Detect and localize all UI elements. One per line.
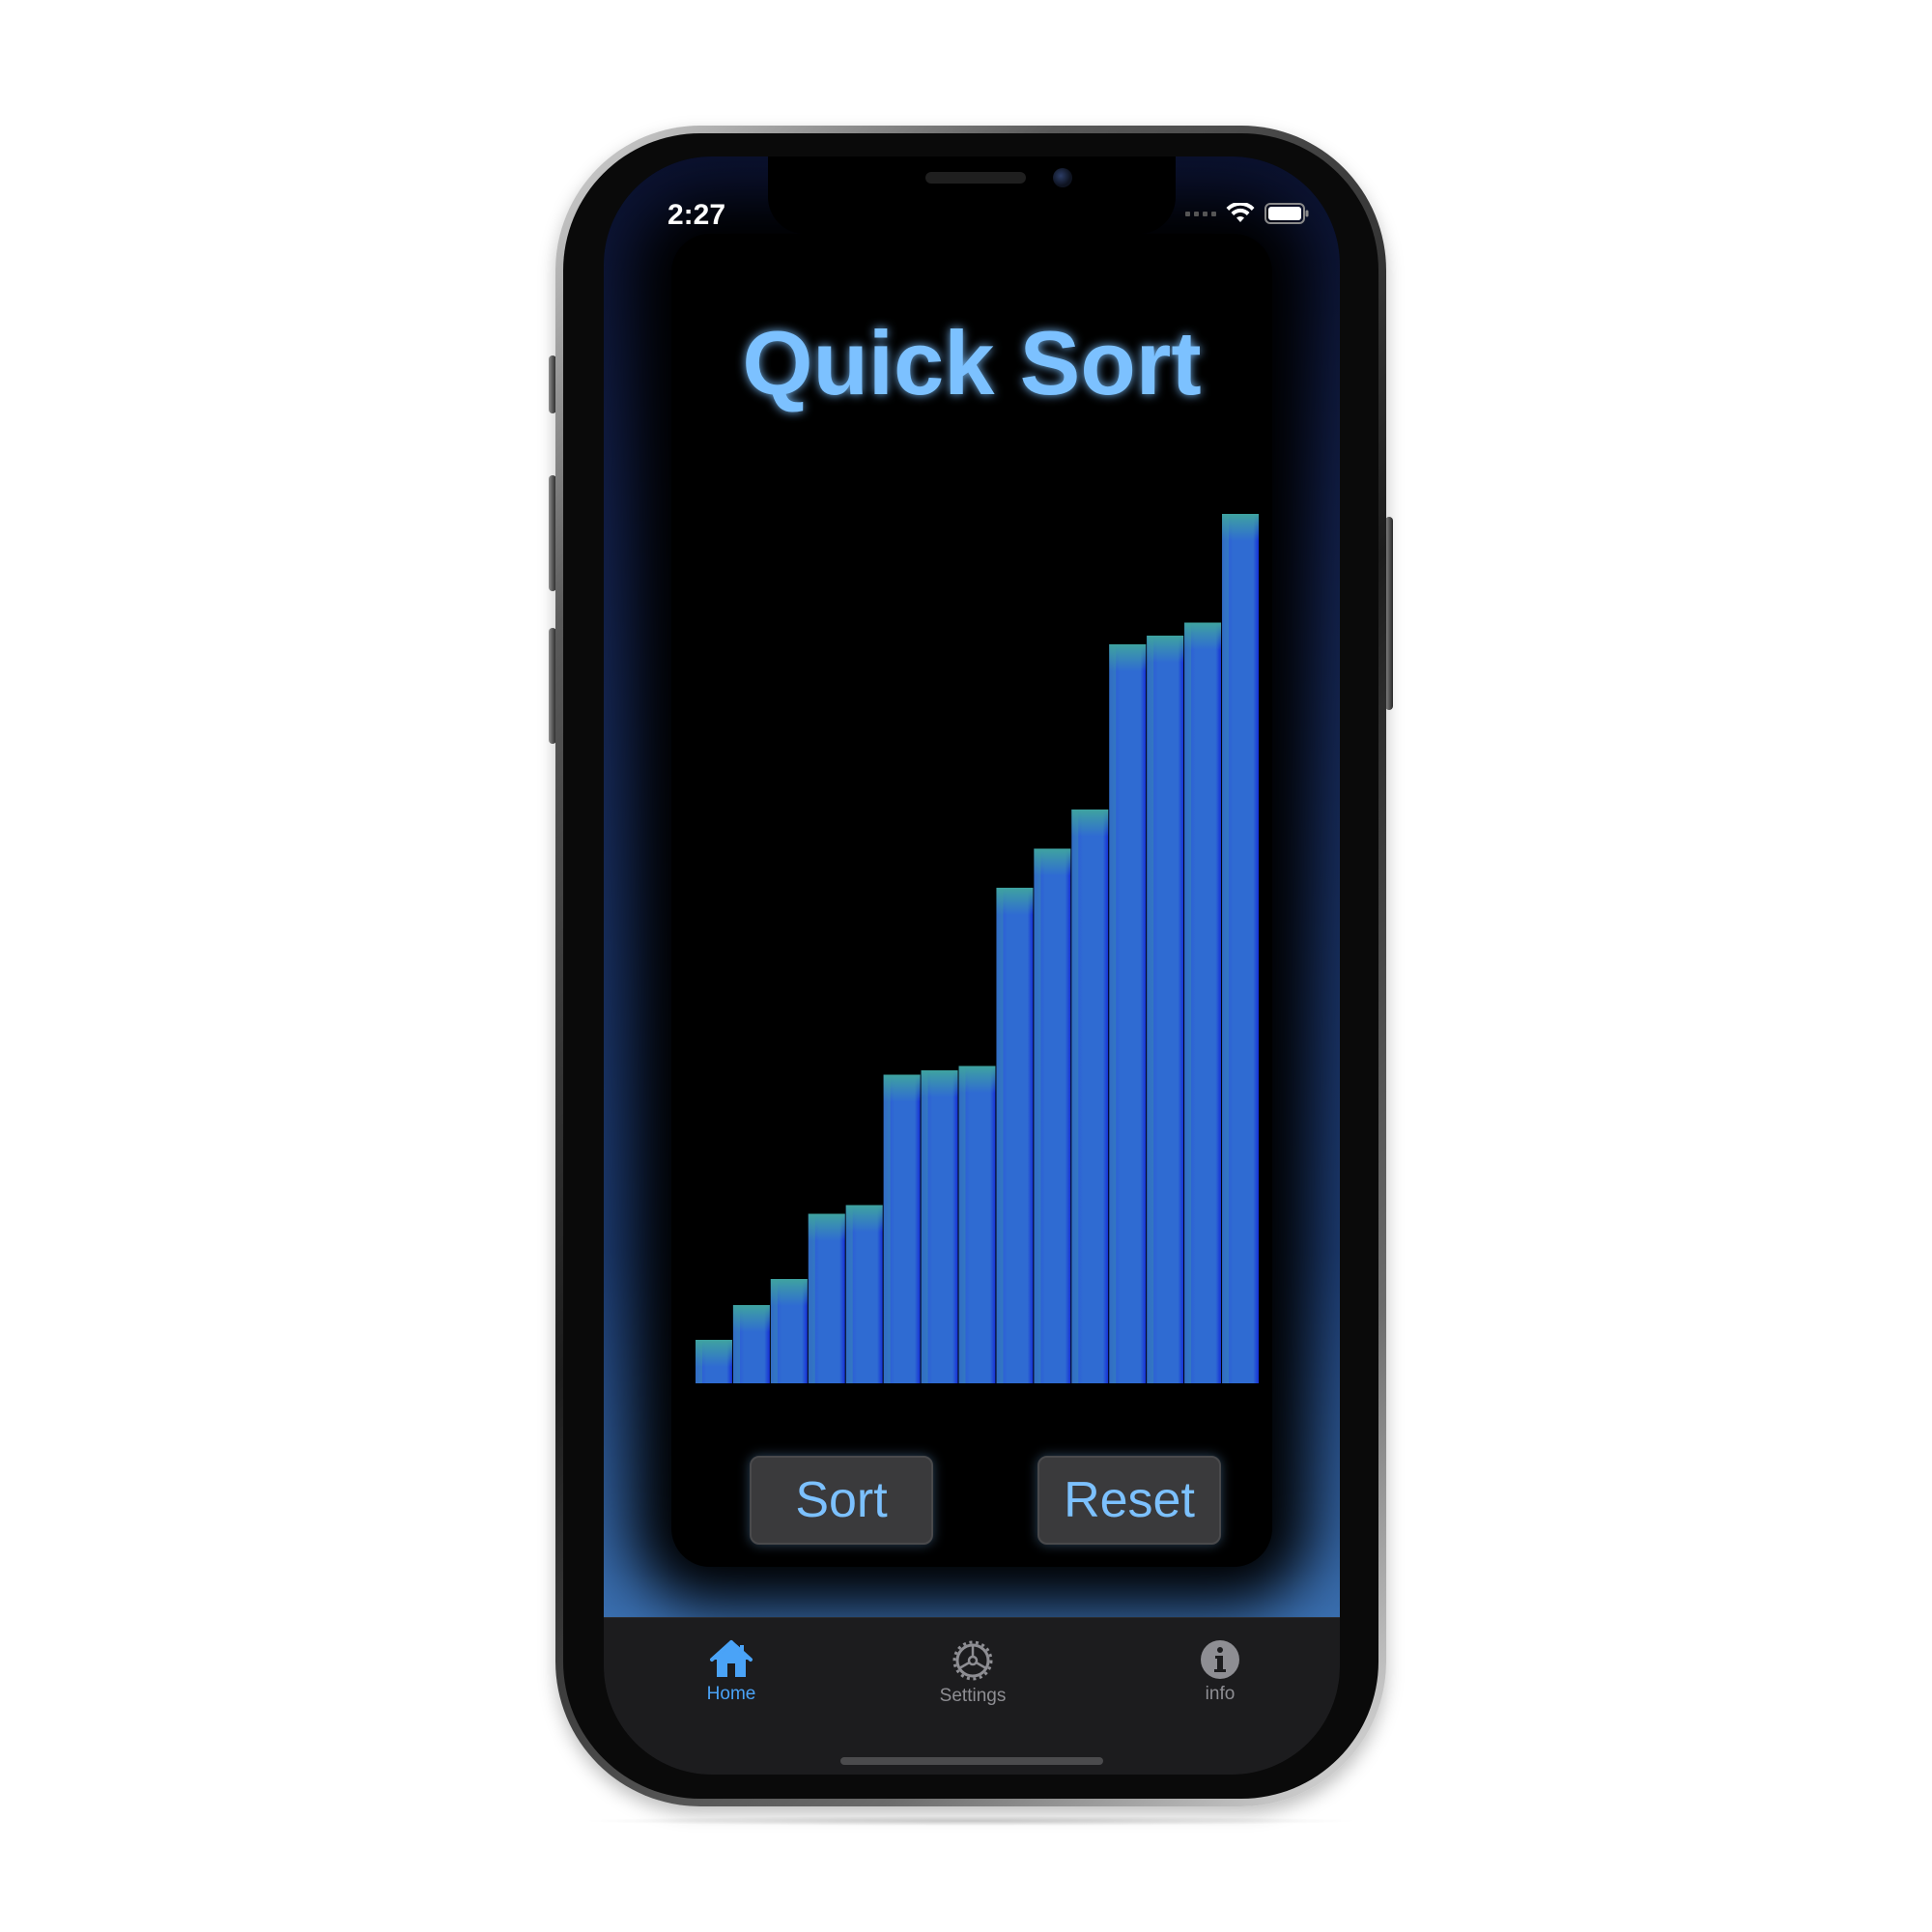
- battery-icon: [1264, 203, 1309, 224]
- tab-home[interactable]: Home: [654, 1639, 809, 1705]
- chart-bar: [1109, 644, 1147, 1383]
- chart-bar-edge: [958, 1065, 966, 1383]
- reset-button[interactable]: Reset: [1037, 1456, 1221, 1545]
- tab-home-label: Home: [706, 1684, 756, 1704]
- chart-bar: [1034, 848, 1071, 1383]
- chart-bar: [996, 888, 1034, 1383]
- chart-bar-edge: [1147, 636, 1154, 1383]
- chart-bar: [958, 1065, 996, 1383]
- chart-bar: [808, 1213, 845, 1383]
- sort-bar-chart: [696, 514, 1259, 1383]
- chart-bar: [1222, 514, 1259, 1383]
- chart-bar-edge: [770, 1279, 778, 1383]
- chart-bar: [921, 1070, 958, 1383]
- chart-bar-edge: [996, 888, 1004, 1383]
- page-title: Quick Sort: [742, 312, 1202, 413]
- bars-group: [696, 514, 1259, 1383]
- device-shadow: [580, 1816, 1362, 1826]
- front-camera: [1053, 168, 1072, 187]
- chart-bar-edge: [732, 1305, 740, 1383]
- tab-bar: Home Settings info: [604, 1617, 1340, 1775]
- status-time: 2:27: [668, 199, 726, 231]
- chart-bar-edge: [1222, 514, 1230, 1383]
- earpiece-speaker: [925, 172, 1026, 184]
- gear-icon: [952, 1640, 993, 1681]
- chart-bar-edge: [1109, 644, 1117, 1383]
- tab-settings[interactable]: Settings: [895, 1639, 1050, 1707]
- chart-bar: [696, 1340, 732, 1383]
- info-icon: [1201, 1640, 1239, 1679]
- house-icon: [710, 1640, 753, 1677]
- chart-bar-edge: [845, 1205, 853, 1383]
- chart-bar: [1184, 622, 1222, 1383]
- tab-info[interactable]: info: [1143, 1639, 1297, 1705]
- chart-bar: [883, 1074, 921, 1383]
- chart-bar: [1071, 810, 1109, 1383]
- chart-bar: [1147, 636, 1184, 1383]
- status-indicators: [1185, 203, 1309, 224]
- power-button: [1385, 517, 1393, 710]
- chart-bar-edge: [921, 1070, 928, 1383]
- wifi-icon: [1226, 203, 1255, 222]
- chart-bar: [845, 1205, 883, 1383]
- tab-settings-label: Settings: [939, 1686, 1007, 1706]
- chart-bar: [770, 1279, 808, 1383]
- chart-bar-edge: [696, 1340, 702, 1383]
- device-mockup: 2:27 Quick Sort Sort Reset Home Settings…: [0, 0, 1932, 1932]
- chart-bar-edge: [1034, 848, 1041, 1383]
- chart-bar: [732, 1305, 770, 1383]
- home-indicator: [840, 1757, 1103, 1765]
- tab-info-label: info: [1205, 1684, 1236, 1704]
- cellular-signal-icon: [1185, 211, 1216, 216]
- phone-screen: 2:27 Quick Sort Sort Reset Home Settings…: [604, 156, 1340, 1775]
- chart-bar-edge: [808, 1213, 815, 1383]
- notch: [768, 156, 1176, 234]
- sort-button[interactable]: Sort: [750, 1456, 933, 1545]
- chart-bar-edge: [1184, 622, 1192, 1383]
- chart-bar-edge: [883, 1074, 891, 1383]
- chart-bar-edge: [1071, 810, 1079, 1383]
